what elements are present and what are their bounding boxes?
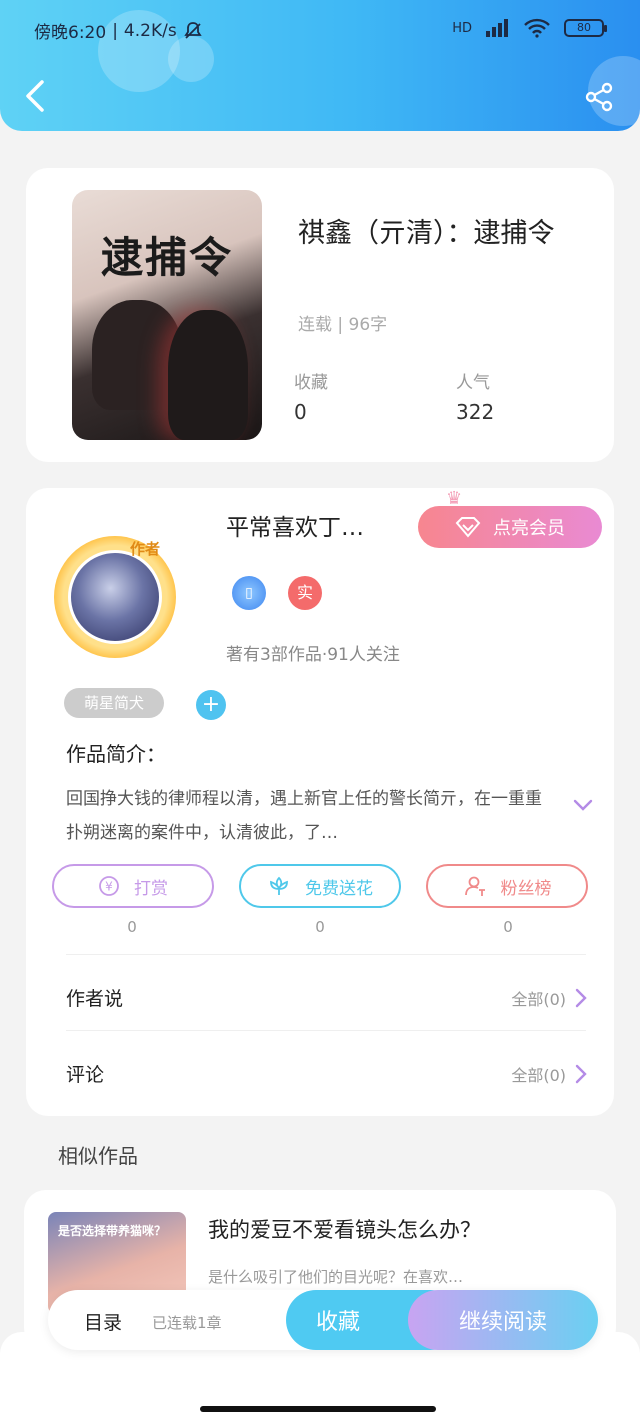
book-meta: 连载 | 96字 xyxy=(298,315,388,335)
bell-muted-icon xyxy=(184,21,202,39)
add-tag-button[interactable]: + xyxy=(196,690,226,720)
header-bar: 傍晚6:20 | 4.2K/s HD 80 xyxy=(0,0,640,131)
battery-icon: 80 xyxy=(564,19,607,37)
cover-figure xyxy=(168,310,248,440)
vip-label: 点亮会员 xyxy=(493,518,565,539)
book-word-count: 96字 xyxy=(348,315,388,335)
continue-reading-label: 继续阅读 xyxy=(458,1310,547,1335)
continue-reading-button[interactable]: 继续阅读 xyxy=(408,1290,598,1350)
status-bar-left: 傍晚6:20 | 4.2K/s xyxy=(34,18,203,43)
divider xyxy=(66,1030,586,1031)
network-label: HD xyxy=(452,20,472,36)
similar-work-desc: 是什么吸引了他们的目光呢？在喜欢… xyxy=(208,1268,464,1286)
share-icon[interactable] xyxy=(584,82,614,112)
popularity-value: 322 xyxy=(456,400,495,424)
status-speed: 4.2K/s xyxy=(123,20,177,41)
flower-icon xyxy=(270,876,288,895)
intro-title: 作品简介： xyxy=(66,742,166,766)
favorites-value: 0 xyxy=(294,400,307,424)
fan-ranking-button[interactable]: 粉丝榜 xyxy=(426,864,588,908)
cover-title: 逮捕令 xyxy=(100,233,233,282)
author-says-label[interactable]: 作者说 xyxy=(66,984,123,1011)
yen-coin-icon: ¥ xyxy=(99,876,119,896)
diamond-icon xyxy=(455,517,481,538)
book-info-card: 逮捕令 祺鑫（亓清）：逮捕令 连载 | 96字 收藏 0 人气 322 xyxy=(26,168,614,462)
signal-icon xyxy=(486,19,508,37)
popularity-label: 人气 xyxy=(456,373,490,393)
author-tag: 作者 xyxy=(130,540,161,558)
status-bar-right: HD 80 xyxy=(452,18,607,38)
collect-label: 收藏 xyxy=(316,1310,361,1335)
author-works: 著有3部作品·91人关注 xyxy=(226,645,400,665)
comments-all[interactable]: 全部(0) xyxy=(511,1062,588,1086)
author-says-count: 全部(0) xyxy=(511,990,566,1009)
svg-text:¥: ¥ xyxy=(105,880,113,894)
favorites-label: 收藏 xyxy=(294,373,328,393)
similar-section-title: 相似作品 xyxy=(58,1144,138,1168)
author-says-all[interactable]: 全部(0) xyxy=(511,986,588,1010)
vip-button[interactable]: 点亮会员 xyxy=(418,506,602,548)
status-time: 傍晚6:20 xyxy=(34,23,107,43)
toc-button[interactable]: 目录 xyxy=(84,1308,122,1335)
author-card: 作者 平常喜欢丁… ♛ 点亮会员 ▯ 实 著有3部作品·91人关注 萌星简犬 +… xyxy=(26,488,614,1116)
flower-count: 0 xyxy=(315,918,325,936)
intro-text: 回国挣大钱的律师程以清，遇上新官上任的警长简亓，在一重重扑朔迷离的案件中，认清彼… xyxy=(66,789,542,843)
level-badge-icon[interactable]: ▯ xyxy=(232,576,266,610)
send-flower-button[interactable]: 免费送花 xyxy=(239,864,401,908)
author-avatar[interactable] xyxy=(68,550,162,644)
user-ranking-icon xyxy=(464,876,485,896)
toc-status: 已连载1章 xyxy=(152,1314,222,1332)
send-flower-label: 免费送花 xyxy=(305,878,373,899)
home-indicator xyxy=(200,1406,436,1412)
tip-count: 0 xyxy=(127,918,137,936)
comments-count: 全部(0) xyxy=(511,1066,566,1085)
author-name[interactable]: 平常喜欢丁… xyxy=(226,508,364,542)
tip-button[interactable]: ¥ 打赏 xyxy=(52,864,214,908)
fan-count: 0 xyxy=(503,918,513,936)
back-arrow-icon[interactable] xyxy=(22,78,50,114)
book-status: 连载 xyxy=(298,315,332,335)
chevron-down-icon[interactable] xyxy=(572,794,594,816)
similar-work-title: 我的爱豆不爱看镜头怎么办？ xyxy=(208,1218,481,1242)
book-title: 祺鑫（亓清）：逮捕令 xyxy=(298,218,555,249)
wifi-icon xyxy=(524,18,550,38)
tip-label: 打赏 xyxy=(134,878,168,899)
bottom-action-bar: 目录 已连载1章 收藏 继续阅读 xyxy=(48,1290,598,1350)
comments-label[interactable]: 评论 xyxy=(66,1060,104,1087)
author-tag-pill[interactable]: 萌星简犬 xyxy=(64,688,164,718)
fan-ranking-label: 粉丝榜 xyxy=(500,878,552,899)
chevron-right-icon xyxy=(575,1064,587,1084)
book-cover-image[interactable]: 逮捕令 xyxy=(72,190,262,440)
similar-cover-text: 是否选择带养猫咪？ xyxy=(58,1224,167,1238)
chevron-right-icon xyxy=(575,988,587,1008)
divider xyxy=(66,954,586,955)
real-name-badge[interactable]: 实 xyxy=(288,576,322,610)
